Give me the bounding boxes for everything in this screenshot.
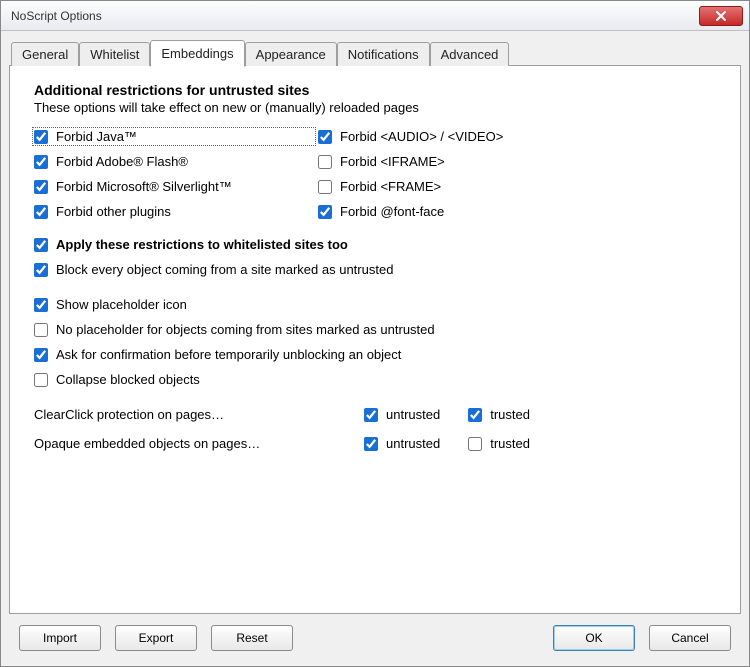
chk-clearclick-untrusted-input[interactable] [364,408,378,422]
chk-forbid-java[interactable]: Forbid Java™ [34,129,314,144]
options-window: NoScript Options General Whitelist Embed… [0,0,750,667]
cancel-button[interactable]: Cancel [649,625,731,651]
close-button[interactable] [699,6,743,26]
chk-forbid-audio-video-label: Forbid <AUDIO> / <VIDEO> [340,129,503,144]
chk-forbid-iframe-label: Forbid <IFRAME> [340,154,445,169]
export-button[interactable]: Export [115,625,197,651]
chk-forbid-other-plugins-input[interactable] [34,205,48,219]
chk-forbid-iframe[interactable]: Forbid <IFRAME> [318,154,716,169]
chk-no-placeholder-untrusted-label: No placeholder for objects coming from s… [56,322,435,337]
ok-button[interactable]: OK [553,625,635,651]
close-icon [715,11,727,21]
tab-advanced[interactable]: Advanced [430,42,510,66]
chk-opaque-trusted[interactable]: trusted [468,436,530,451]
chk-clearclick-untrusted[interactable]: untrusted [364,407,440,422]
chk-show-placeholder-input[interactable] [34,298,48,312]
opaque-label: Opaque embedded objects on pages… [34,436,334,451]
chk-forbid-silverlight-input[interactable] [34,180,48,194]
chk-forbid-java-input[interactable] [34,130,48,144]
chk-opaque-trusted-label: trusted [490,436,530,451]
content-area: General Whitelist Embeddings Appearance … [1,31,749,666]
chk-collapse-blocked-label: Collapse blocked objects [56,372,200,387]
clearclick-opts: untrusted trusted [364,407,530,422]
import-button[interactable]: Import [19,625,101,651]
cancel-button-label: Cancel [671,631,708,645]
chk-opaque-untrusted[interactable]: untrusted [364,436,440,451]
chk-forbid-other-plugins[interactable]: Forbid other plugins [34,204,314,219]
tab-whitelist[interactable]: Whitelist [79,42,150,66]
titlebar: NoScript Options [1,1,749,31]
chk-forbid-flash-input[interactable] [34,155,48,169]
reset-button-label: Reset [236,631,267,645]
chk-opaque-untrusted-label: untrusted [386,436,440,451]
chk-no-placeholder-untrusted-input[interactable] [34,323,48,337]
chk-forbid-frame[interactable]: Forbid <FRAME> [318,179,716,194]
chk-ask-confirmation-label: Ask for confirmation before temporarily … [56,347,401,362]
tab-bar: General Whitelist Embeddings Appearance … [9,39,741,66]
export-button-label: Export [139,631,174,645]
chk-ask-confirmation[interactable]: Ask for confirmation before temporarily … [34,347,716,362]
forbid-grid: Forbid Java™ Forbid <AUDIO> / <VIDEO> Fo… [34,129,716,219]
chk-ask-confirmation-input[interactable] [34,348,48,362]
window-title: NoScript Options [11,9,699,23]
chk-forbid-other-plugins-label: Forbid other plugins [56,204,171,219]
chk-no-placeholder-untrusted[interactable]: No placeholder for objects coming from s… [34,322,716,337]
import-button-label: Import [43,631,77,645]
chk-opaque-trusted-input[interactable] [468,437,482,451]
chk-show-placeholder-label: Show placeholder icon [56,297,187,312]
section-subheading: These options will take effect on new or… [34,100,716,115]
chk-clearclick-untrusted-label: untrusted [386,407,440,422]
chk-forbid-java-label: Forbid Java™ [56,129,137,144]
tab-notifications[interactable]: Notifications [337,42,430,66]
chk-apply-whitelisted-label: Apply these restrictions to whitelisted … [56,237,348,252]
tab-appearance[interactable]: Appearance [245,42,337,66]
clearclick-label: ClearClick protection on pages… [34,407,334,422]
tab-general[interactable]: General [11,42,79,66]
chk-show-placeholder[interactable]: Show placeholder icon [34,297,716,312]
chk-collapse-blocked[interactable]: Collapse blocked objects [34,372,716,387]
chk-forbid-flash-label: Forbid Adobe® Flash® [56,154,188,169]
chk-forbid-audio-video-input[interactable] [318,130,332,144]
placeholder-stack: Show placeholder icon No placeholder for… [34,297,716,387]
chk-apply-whitelisted-input[interactable] [34,238,48,252]
opaque-row: Opaque embedded objects on pages… untrus… [34,436,716,451]
chk-clearclick-trusted[interactable]: trusted [468,407,530,422]
chk-block-untrusted-input[interactable] [34,263,48,277]
chk-forbid-font-face-input[interactable] [318,205,332,219]
chk-clearclick-trusted-input[interactable] [468,408,482,422]
chk-forbid-iframe-input[interactable] [318,155,332,169]
reset-button[interactable]: Reset [211,625,293,651]
embeddings-panel: Additional restrictions for untrusted si… [9,65,741,614]
chk-opaque-untrusted-input[interactable] [364,437,378,451]
ok-button-label: OK [585,631,602,645]
extra-options-stack: Apply these restrictions to whitelisted … [34,237,716,277]
footer: Import Export Reset OK Cancel [9,614,741,662]
chk-block-untrusted-label: Block every object coming from a site ma… [56,262,393,277]
chk-forbid-flash[interactable]: Forbid Adobe® Flash® [34,154,314,169]
chk-collapse-blocked-input[interactable] [34,373,48,387]
chk-forbid-font-face-label: Forbid @font-face [340,204,444,219]
chk-forbid-frame-input[interactable] [318,180,332,194]
chk-apply-whitelisted[interactable]: Apply these restrictions to whitelisted … [34,237,716,252]
chk-block-untrusted[interactable]: Block every object coming from a site ma… [34,262,716,277]
clearclick-row: ClearClick protection on pages… untruste… [34,407,716,422]
tab-embeddings[interactable]: Embeddings [150,40,244,67]
chk-forbid-audio-video[interactable]: Forbid <AUDIO> / <VIDEO> [318,129,716,144]
chk-clearclick-trusted-label: trusted [490,407,530,422]
section-heading: Additional restrictions for untrusted si… [34,82,716,98]
opaque-opts: untrusted trusted [364,436,530,451]
chk-forbid-silverlight-label: Forbid Microsoft® Silverlight™ [56,179,232,194]
chk-forbid-silverlight[interactable]: Forbid Microsoft® Silverlight™ [34,179,314,194]
chk-forbid-font-face[interactable]: Forbid @font-face [318,204,716,219]
chk-forbid-frame-label: Forbid <FRAME> [340,179,441,194]
